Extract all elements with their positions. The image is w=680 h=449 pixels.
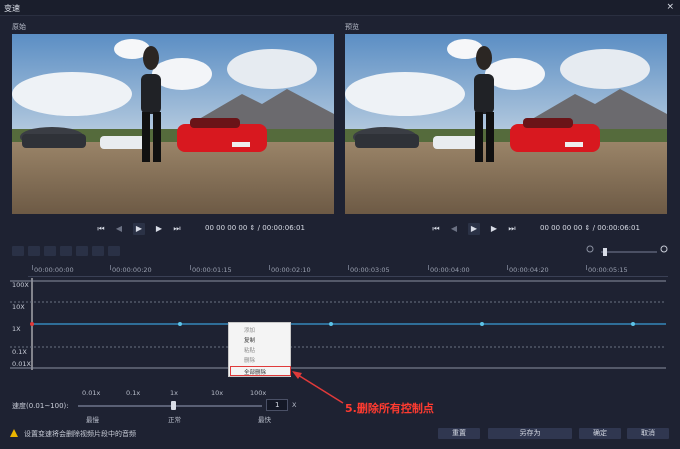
menu-item-add[interactable]: 添加 xyxy=(244,326,255,334)
close-icon[interactable]: × xyxy=(666,2,674,12)
ruler-tick-label: 00:00:02:10 xyxy=(271,266,311,274)
scale-label-fastest: 最快 xyxy=(258,416,271,424)
ruler-tick-label: 00:00:05:15 xyxy=(588,266,628,274)
duration-label: / 00:00:06:01 xyxy=(592,224,640,232)
original-label: 原始 xyxy=(12,23,26,31)
warning-icon xyxy=(10,429,18,437)
timeline-zoom xyxy=(585,244,670,260)
ruler-tick-label: 00:00:04:00 xyxy=(430,266,470,274)
ruler-tick-label: 00:00:00:00 xyxy=(34,266,74,274)
scale-label: 0.1x xyxy=(126,389,141,397)
timecode-spinner-icon[interactable]: ⇕ xyxy=(250,224,256,232)
next-keyframe-icon[interactable] xyxy=(60,246,72,256)
y-label-0.1x: 0.1X xyxy=(12,348,27,356)
title-bar: 变速 × xyxy=(0,0,680,16)
scale-label: 1x xyxy=(170,389,178,397)
remove-keyframe-icon[interactable] xyxy=(28,246,40,256)
play-button[interactable]: ▶ xyxy=(468,223,480,235)
speed-unit: X xyxy=(292,401,297,409)
step-forward-icon[interactable]: ▶ xyxy=(153,223,165,235)
keyframe-point[interactable] xyxy=(631,322,635,326)
keyframe-point[interactable] xyxy=(178,322,182,326)
scale-label: 100x xyxy=(250,389,267,397)
step-back-icon[interactable]: ◀ xyxy=(113,223,125,235)
speed-graph[interactable]: 100X 10X 1X 0.1X 0.01X xyxy=(10,278,666,370)
y-label-1x: 1X xyxy=(12,325,21,333)
original-timecode[interactable]: 00 00 00 00 ⇕ / 00:00:06:01 xyxy=(205,223,315,234)
ok-button[interactable]: 确定 xyxy=(579,428,621,439)
move-right-icon[interactable] xyxy=(108,246,120,256)
keyframe-point[interactable] xyxy=(480,322,484,326)
ruler-tick-label: 00:00:03:05 xyxy=(350,266,390,274)
zoom-in-icon[interactable] xyxy=(660,245,668,253)
skip-end-icon[interactable]: ⏭ xyxy=(171,223,183,235)
speed-value[interactable]: 1 xyxy=(275,401,279,409)
preview-label: 预览 xyxy=(345,23,359,31)
scale-label-slowest: 最慢 xyxy=(86,416,99,424)
y-label-100x: 100X xyxy=(12,281,29,289)
context-menu: 添加 复制 粘贴 删除 全部删除 xyxy=(228,322,291,377)
y-label-10x: 10X xyxy=(12,303,25,311)
menu-item-paste[interactable]: 粘贴 xyxy=(244,346,255,354)
original-playback-controls: ⏮ ◀ ▶ ▶ ⏭ xyxy=(95,223,195,235)
timecode-spinner-icon[interactable]: ⇕ xyxy=(585,224,591,232)
window-title: 变速 xyxy=(4,4,20,13)
original-video-frame xyxy=(12,34,334,214)
zoom-knob[interactable] xyxy=(603,248,607,256)
reverse-keyframe-icon[interactable] xyxy=(76,246,88,256)
status-message: 设置变速将会删除视频片段中的音频 xyxy=(24,430,136,438)
ruler-tick-label: 00:00:04:20 xyxy=(509,266,549,274)
annotation-text: 5.删除所有控制点 xyxy=(345,402,434,415)
speed-label: 速度(0.01~100): xyxy=(12,402,69,410)
add-keyframe-icon[interactable] xyxy=(12,246,24,256)
step-forward-icon[interactable]: ▶ xyxy=(488,223,500,235)
y-label-0.01x: 0.01X xyxy=(12,360,31,368)
scale-label-normal: 正常 xyxy=(168,416,181,424)
skip-end-icon[interactable]: ⏭ xyxy=(506,223,518,235)
speed-dialog: 变速 × 原始 预览 ⏮ ◀ ▶ ▶ ⏭ 00 00 00 00 ⇕ / 00:… xyxy=(0,0,680,449)
move-left-icon[interactable] xyxy=(92,246,104,256)
speed-slider[interactable] xyxy=(78,405,262,407)
zoom-out-icon[interactable] xyxy=(586,245,594,253)
preview-timecode[interactable]: 00 00 00 00 ⇕ / 00:00:06:01 xyxy=(540,223,650,234)
timecode-value[interactable]: 00 00 00 00 xyxy=(540,224,582,232)
speed-slider-knob[interactable] xyxy=(171,401,176,410)
cancel-button[interactable]: 取消 xyxy=(627,428,669,439)
scale-label: 10x xyxy=(211,389,224,397)
menu-item-copy[interactable]: 复制 xyxy=(244,336,255,344)
preview-video-frame xyxy=(345,34,667,214)
step-back-icon[interactable]: ◀ xyxy=(448,223,460,235)
delete-all-highlight xyxy=(230,366,291,376)
timeline-ruler[interactable]: 00:00:00:00 00:00:00:20 00:00:01:15 00:0… xyxy=(28,265,668,277)
play-button[interactable]: ▶ xyxy=(133,223,145,235)
ruler-tick-label: 00:00:01:15 xyxy=(192,266,232,274)
reset-button[interactable]: 重置 xyxy=(438,428,480,439)
timecode-value[interactable]: 00 00 00 00 xyxy=(205,224,247,232)
speed-value-field[interactable]: 1 xyxy=(266,399,288,411)
menu-item-delete[interactable]: 删除 xyxy=(244,356,255,364)
prev-keyframe-icon[interactable] xyxy=(44,246,56,256)
keyframe-point[interactable] xyxy=(329,322,333,326)
duration-label: / 00:00:06:01 xyxy=(257,224,305,232)
ruler-tick-label: 00:00:00:20 xyxy=(112,266,152,274)
skip-start-icon[interactable]: ⏮ xyxy=(430,223,442,235)
playhead-keyframe[interactable] xyxy=(30,322,34,326)
preview-playback-controls: ⏮ ◀ ▶ ▶ ⏭ xyxy=(430,223,530,235)
skip-start-icon[interactable]: ⏮ xyxy=(95,223,107,235)
scale-label: 0.01x xyxy=(82,389,101,397)
save-as-button[interactable]: 另存为 xyxy=(488,428,572,439)
